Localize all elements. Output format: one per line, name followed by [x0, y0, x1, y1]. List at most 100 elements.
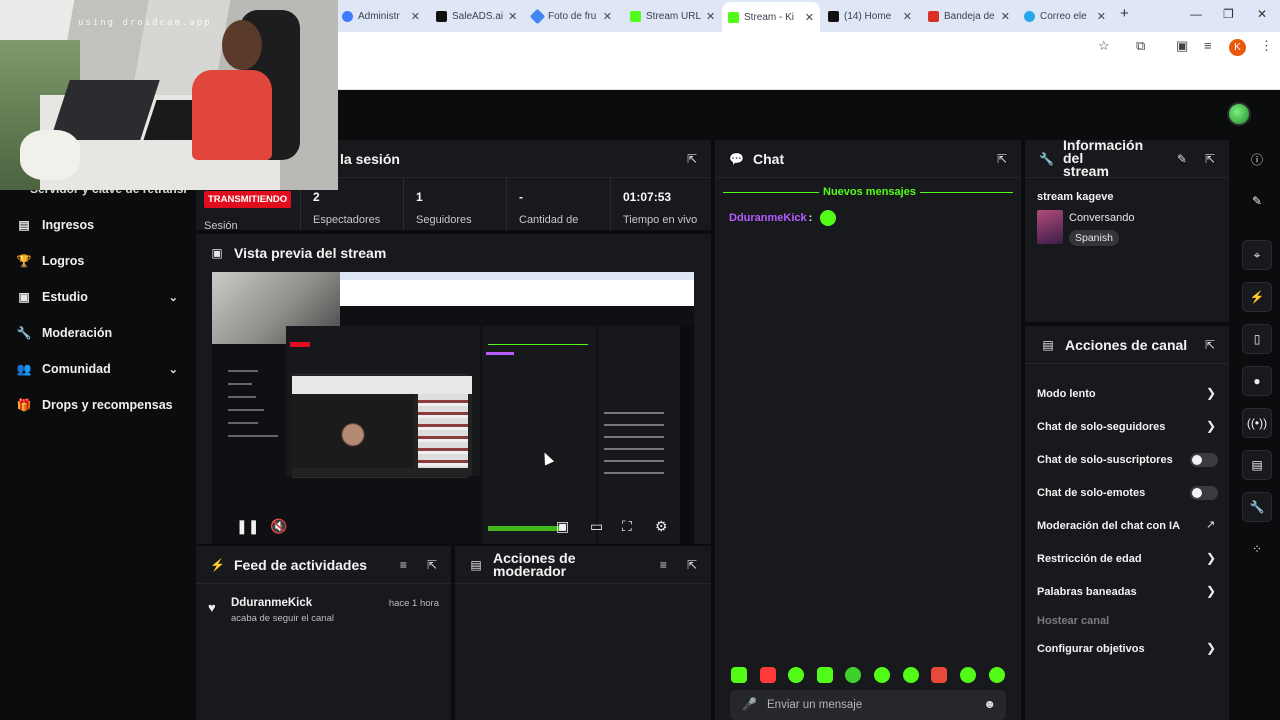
- microphone-icon[interactable]: 🎤: [742, 697, 757, 711]
- sidebar-item-ingresos[interactable]: ▤ Ingresos: [16, 218, 178, 232]
- tab-label: Correo ele: [1040, 10, 1087, 22]
- emote-icon[interactable]: [903, 667, 919, 683]
- new-tab-icon[interactable]: +: [1120, 5, 1129, 22]
- browser-tab[interactable]: Correo ele ✕: [1018, 4, 1112, 28]
- chat-message-input[interactable]: 🎤 Enviar un mensaje ☻: [730, 690, 1006, 720]
- chevron-down-icon: ⌄: [168, 363, 178, 376]
- people-icon: 👥: [16, 362, 32, 376]
- tab-close-icon[interactable]: ✕: [411, 10, 420, 23]
- sidebar-item-comunidad[interactable]: 👥 Comunidad ⌄: [16, 362, 178, 376]
- maximize-icon[interactable]: ❐: [1223, 7, 1234, 21]
- media-icon[interactable]: ≡: [1204, 38, 1212, 53]
- browser-tab[interactable]: SaleADS.ai ✕: [430, 4, 522, 28]
- chat-bubble-icon[interactable]: ●: [1242, 366, 1272, 396]
- settings-gear-icon[interactable]: ⚙: [655, 518, 668, 535]
- sidebar-item-estudio[interactable]: ▣ Estudio ⌄: [16, 290, 178, 304]
- emote-icon[interactable]: [845, 667, 861, 683]
- stat-value: 2: [313, 190, 320, 204]
- pencil-icon[interactable]: ✎: [1242, 186, 1272, 216]
- emote-icon[interactable]: [931, 667, 947, 683]
- emote-icon[interactable]: [960, 667, 976, 683]
- channel-actions-title: Acciones de canal: [1065, 336, 1188, 353]
- action-subscribers-only: Chat de solo-suscriptores: [1037, 454, 1173, 466]
- action-configure-goals[interactable]: Configurar objetivos: [1037, 643, 1145, 655]
- subscribers-only-toggle[interactable]: [1190, 453, 1218, 467]
- popout-icon[interactable]: ⇱: [1205, 338, 1215, 352]
- browser-tab-active[interactable]: Stream - Ki ✕: [722, 2, 820, 32]
- chevron-right-icon[interactable]: ❯: [1206, 419, 1216, 433]
- tab-close-icon[interactable]: ✕: [603, 10, 612, 23]
- action-host-channel: Hostear canal: [1037, 615, 1110, 627]
- cast-icon[interactable]: ▣: [1176, 38, 1188, 54]
- stat-amount: - Cantidad de: [507, 178, 611, 230]
- sidebar-item-moderacion[interactable]: 🔧 Moderación: [16, 326, 178, 340]
- tab-close-icon[interactable]: ✕: [1001, 10, 1010, 23]
- tab-close-icon[interactable]: ✕: [805, 11, 814, 24]
- info-icon[interactable]: ⓘ: [1242, 144, 1272, 174]
- popout-icon[interactable]: ⇱: [427, 558, 437, 572]
- popout-icon[interactable]: ⇱: [687, 558, 697, 572]
- apps-icon[interactable]: ⁘: [1242, 534, 1272, 564]
- action-followers-only[interactable]: Chat de solo-seguidores: [1037, 421, 1165, 433]
- browser-tab[interactable]: Administr ✕: [336, 4, 426, 28]
- tab-close-icon[interactable]: ✕: [508, 10, 517, 23]
- browser-tab[interactable]: Bandeja de ✕: [922, 4, 1016, 28]
- pause-icon[interactable]: ❚❚: [236, 518, 259, 535]
- tab-close-icon[interactable]: ✕: [1097, 10, 1106, 23]
- edit-pencil-icon[interactable]: ✎: [1177, 152, 1187, 166]
- channel-icon[interactable]: ▤: [1242, 450, 1272, 480]
- theater-mode-icon[interactable]: ▭: [590, 518, 603, 535]
- user-avatar[interactable]: [1227, 102, 1251, 126]
- sidebar-item-logros[interactable]: 🏆 Logros: [16, 254, 178, 268]
- chevron-right-icon[interactable]: ❯: [1206, 641, 1216, 655]
- menu-kebab-icon[interactable]: ⋮: [1260, 38, 1273, 54]
- action-ai-moderation[interactable]: Moderación del chat con IA: [1037, 520, 1180, 532]
- fullscreen-icon[interactable]: ⛶: [622, 518, 632, 535]
- extensions-icon[interactable]: ⧉: [1136, 38, 1145, 54]
- preview-address-area: [340, 280, 694, 306]
- chevron-right-icon[interactable]: ❯: [1206, 386, 1216, 400]
- film-icon: ▣: [211, 246, 223, 260]
- lightning-icon[interactable]: ⚡: [1242, 282, 1272, 312]
- popout-icon[interactable]: ⇱: [997, 152, 1007, 166]
- wrench-icon[interactable]: 🔧: [1242, 492, 1272, 522]
- stream-preview-video[interactable]: [212, 272, 694, 544]
- bookmark-star-icon[interactable]: ☆: [1098, 38, 1110, 54]
- action-age-restriction[interactable]: Restricción de edad: [1037, 553, 1142, 565]
- emote-icon[interactable]: [817, 667, 833, 683]
- sidebar: Servidor y clave de retransr ▤ Ingresos …: [0, 138, 192, 720]
- browser-tab[interactable]: (14) Home ✕: [822, 4, 918, 28]
- action-slow-mode[interactable]: Modo lento: [1037, 388, 1096, 400]
- broadcast-icon[interactable]: ((•)): [1242, 408, 1272, 438]
- minimize-icon[interactable]: —: [1190, 7, 1202, 21]
- emote-icon[interactable]: [731, 667, 747, 683]
- chat-username[interactable]: DduranmeKick: [729, 212, 807, 224]
- feed-action: acaba de seguir el canal: [231, 613, 334, 624]
- filter-icon[interactable]: ≡: [400, 558, 407, 572]
- emote-icon[interactable]: [989, 667, 1005, 683]
- picture-in-picture-icon[interactable]: ▣: [556, 518, 569, 535]
- focus-icon[interactable]: ⌖: [1242, 240, 1272, 270]
- emoji-icon[interactable]: ☻: [983, 697, 996, 711]
- action-banned-words[interactable]: Palabras baneadas: [1037, 586, 1137, 598]
- close-window-icon[interactable]: ✕: [1257, 7, 1267, 21]
- browser-tab[interactable]: Foto de fru ✕: [526, 4, 618, 28]
- mute-icon[interactable]: 🔇: [270, 518, 287, 535]
- emote-icon[interactable]: [760, 667, 776, 683]
- emotes-only-toggle[interactable]: [1190, 486, 1218, 500]
- filter-icon[interactable]: ≡: [660, 558, 667, 572]
- browser-tab[interactable]: Stream URL ✕: [624, 4, 716, 28]
- tab-close-icon[interactable]: ✕: [706, 10, 715, 23]
- chevron-right-icon[interactable]: ❯: [1206, 551, 1216, 565]
- emote-icon[interactable]: [874, 667, 890, 683]
- chevron-right-icon[interactable]: ❯: [1206, 584, 1216, 598]
- profile-avatar[interactable]: K: [1229, 39, 1246, 56]
- external-link-icon[interactable]: ↗: [1206, 518, 1215, 531]
- popout-icon[interactable]: ⇱: [1205, 152, 1215, 166]
- tab-close-icon[interactable]: ✕: [903, 10, 912, 23]
- document-icon[interactable]: ▯: [1242, 324, 1272, 354]
- lightning-icon: ⚡: [210, 557, 225, 572]
- emote-icon[interactable]: [788, 667, 804, 683]
- popout-icon[interactable]: ⇱: [687, 152, 697, 166]
- sidebar-item-drops[interactable]: 🎁 Drops y recompensas: [16, 398, 178, 412]
